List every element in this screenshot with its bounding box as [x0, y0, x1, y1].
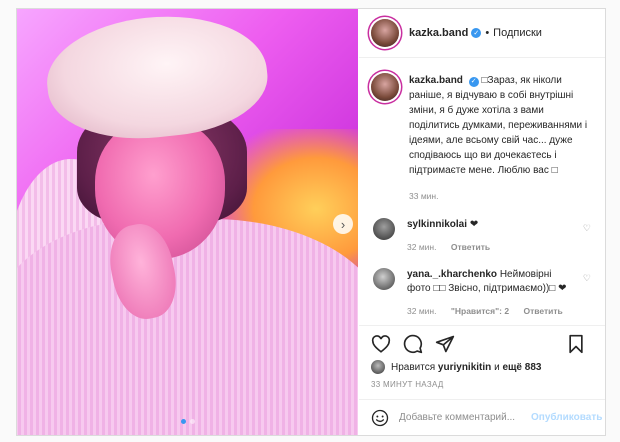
caption-username[interactable]: kazka.band [409, 75, 463, 86]
post-header: kazka.band ✓ • Подписки [359, 9, 605, 58]
heart-icon [371, 334, 391, 353]
post-card: › kazka.band ✓ • Подписки kazka.band ✓ □… [16, 8, 606, 436]
comment-time: 32 мин. [407, 306, 437, 316]
comment-item: yana._.kharchenko Неймовірні фото □□ Зві… [371, 268, 593, 318]
likes-conjunction: и [494, 361, 500, 373]
post-photo[interactable]: › [17, 9, 358, 435]
comment-text: ❤ [469, 219, 479, 230]
like-button[interactable] [371, 333, 399, 355]
comment-meta: 32 мин. Ответить [407, 240, 567, 254]
comment-icon [403, 334, 423, 353]
publish-button[interactable]: Опубликовать [531, 412, 602, 423]
header-separator: • [485, 27, 490, 39]
avatar[interactable] [371, 73, 399, 101]
avatar[interactable] [371, 360, 385, 374]
likes-count-link[interactable]: ещё 883 [502, 362, 541, 373]
chevron-right-icon: › [340, 216, 346, 232]
paper-plane-icon [435, 335, 455, 352]
comment-button[interactable] [403, 333, 431, 355]
comment-like-heart-icon[interactable]: ♡ [583, 223, 591, 234]
likes-summary: Нравится yuriynikitin и ещё 883 [371, 360, 541, 374]
comment-input[interactable] [399, 412, 531, 423]
verified-badge-icon: ✓ [471, 28, 482, 38]
comment-username[interactable]: sylkinnikolai [407, 219, 467, 230]
reply-button[interactable]: Ответить [451, 242, 490, 252]
post-side-panel: kazka.band ✓ • Подписки kazka.band ✓ □За… [359, 9, 605, 435]
comment-body: yana._.kharchenko Неймовірні фото □□ Зві… [407, 268, 567, 318]
comments-list[interactable]: kazka.band ✓ □Зараз, як ніколи раніше, я… [359, 59, 605, 324]
avatar[interactable] [373, 218, 395, 240]
bookmark-icon [569, 334, 583, 353]
caption-time: 33 мин. [409, 191, 439, 201]
comment-body: sylkinnikolai ❤ 32 мин. Ответить [407, 218, 567, 254]
carousel-dot-active [180, 419, 186, 424]
carousel-dots [17, 419, 358, 424]
comment-likes-count[interactable]: "Нравится": 2 [451, 306, 509, 316]
post-username[interactable]: kazka.band [409, 27, 468, 39]
post-actions-bar [359, 325, 605, 361]
verified-badge-icon: ✓ [468, 76, 479, 87]
caption-body: kazka.band ✓ □Зараз, як ніколи раніше, я… [409, 73, 589, 204]
likes-username[interactable]: yuriynikitin [438, 362, 491, 373]
reply-button[interactable]: Ответить [523, 306, 562, 316]
avatar[interactable] [373, 268, 395, 290]
carousel-next-button[interactable]: › [333, 214, 353, 234]
caption: kazka.band ✓ □Зараз, як ніколи раніше, я… [371, 73, 593, 204]
share-button[interactable] [435, 333, 463, 355]
comment-like-heart-icon[interactable]: ♡ [583, 273, 591, 284]
add-comment-bar: Опубликовать [359, 399, 605, 435]
smiley-icon [371, 409, 389, 426]
comment-meta: 32 мин. "Нравится": 2 Ответить [407, 304, 567, 318]
comment-username[interactable]: yana._.kharchenko [407, 269, 497, 280]
carousel-dot [189, 419, 195, 424]
emoji-button[interactable] [371, 409, 389, 427]
caption-text: □Зараз, як ніколи раніше, я відчуваю в с… [409, 75, 588, 176]
comment-item: sylkinnikolai ❤ 32 мин. Ответить ♡ [371, 218, 593, 254]
follow-button[interactable]: Подписки [493, 27, 542, 39]
avatar[interactable] [371, 19, 399, 47]
likes-prefix: Нравится [391, 361, 436, 373]
save-button[interactable] [567, 333, 595, 355]
comment-time: 32 мин. [407, 242, 437, 252]
post-timestamp[interactable]: 33 МИНУТ НАЗАД [371, 380, 444, 389]
